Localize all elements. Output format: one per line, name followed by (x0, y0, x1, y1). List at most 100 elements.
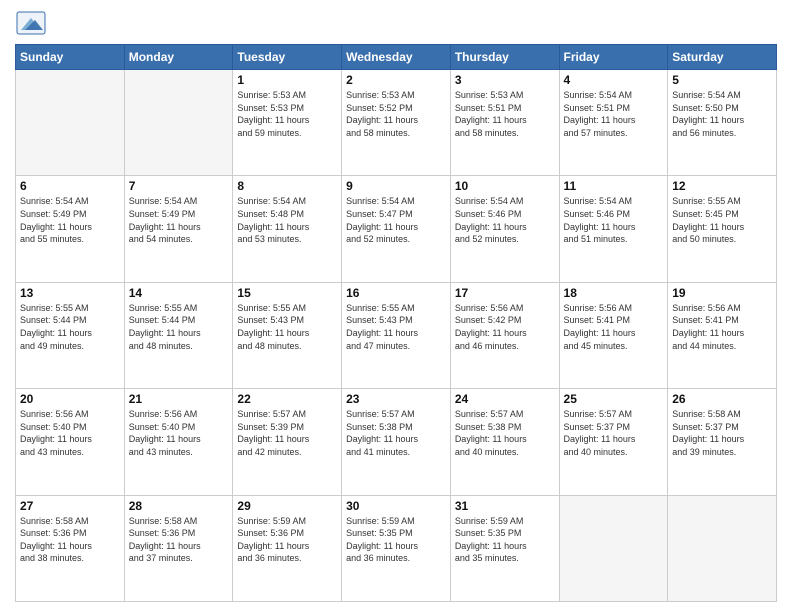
day-number: 20 (20, 392, 120, 406)
day-number: 11 (564, 179, 664, 193)
day-cell: 14 Sunrise: 5:55 AM Sunset: 5:44 PM Dayli… (124, 282, 233, 388)
day-info: Sunrise: 5:55 AM Sunset: 5:43 PM Dayligh… (237, 302, 337, 352)
day-cell: 30 Sunrise: 5:59 AM Sunset: 5:35 PM Dayli… (342, 495, 451, 601)
day-info: Sunrise: 5:55 AM Sunset: 5:44 PM Dayligh… (20, 302, 120, 352)
th-sunday: Sunday (16, 45, 125, 70)
day-info: Sunrise: 5:59 AM Sunset: 5:36 PM Dayligh… (237, 515, 337, 565)
day-info: Sunrise: 5:59 AM Sunset: 5:35 PM Dayligh… (455, 515, 555, 565)
day-info: Sunrise: 5:57 AM Sunset: 5:38 PM Dayligh… (346, 408, 446, 458)
week-row-2: 6 Sunrise: 5:54 AM Sunset: 5:49 PM Daylig… (16, 176, 777, 282)
th-monday: Monday (124, 45, 233, 70)
day-number: 2 (346, 73, 446, 87)
page: Sunday Monday Tuesday Wednesday Thursday… (0, 0, 792, 612)
day-info: Sunrise: 5:57 AM Sunset: 5:39 PM Dayligh… (237, 408, 337, 458)
day-info: Sunrise: 5:54 AM Sunset: 5:48 PM Dayligh… (237, 195, 337, 245)
day-info: Sunrise: 5:56 AM Sunset: 5:40 PM Dayligh… (129, 408, 229, 458)
calendar-table: Sunday Monday Tuesday Wednesday Thursday… (15, 44, 777, 602)
day-info: Sunrise: 5:58 AM Sunset: 5:37 PM Dayligh… (672, 408, 772, 458)
day-number: 23 (346, 392, 446, 406)
day-cell (124, 70, 233, 176)
day-number: 8 (237, 179, 337, 193)
day-number: 27 (20, 499, 120, 513)
day-info: Sunrise: 5:53 AM Sunset: 5:53 PM Dayligh… (237, 89, 337, 139)
day-number: 15 (237, 286, 337, 300)
day-info: Sunrise: 5:58 AM Sunset: 5:36 PM Dayligh… (20, 515, 120, 565)
day-number: 24 (455, 392, 555, 406)
day-number: 3 (455, 73, 555, 87)
day-cell: 1 Sunrise: 5:53 AM Sunset: 5:53 PM Daylig… (233, 70, 342, 176)
day-number: 9 (346, 179, 446, 193)
day-cell: 6Sunrise: 5:54 AM Sunset: 5:49 PM Daylig… (16, 176, 125, 282)
header-row: Sunday Monday Tuesday Wednesday Thursday… (16, 45, 777, 70)
day-number: 30 (346, 499, 446, 513)
day-cell (559, 495, 668, 601)
day-cell: 26 Sunrise: 5:58 AM Sunset: 5:37 PM Dayli… (668, 389, 777, 495)
day-cell: 28 Sunrise: 5:58 AM Sunset: 5:36 PM Dayli… (124, 495, 233, 601)
day-cell: 23 Sunrise: 5:57 AM Sunset: 5:38 PM Dayli… (342, 389, 451, 495)
day-number: 1 (237, 73, 337, 87)
day-number: 14 (129, 286, 229, 300)
day-info: Sunrise: 5:54 AM Sunset: 5:46 PM Dayligh… (564, 195, 664, 245)
day-info: Sunrise: 5:53 AM Sunset: 5:52 PM Dayligh… (346, 89, 446, 139)
day-cell: 19 Sunrise: 5:56 AM Sunset: 5:41 PM Dayli… (668, 282, 777, 388)
day-cell: 20 Sunrise: 5:56 AM Sunset: 5:40 PM Dayli… (16, 389, 125, 495)
day-number: 5 (672, 73, 772, 87)
day-info: Sunrise: 5:56 AM Sunset: 5:42 PM Dayligh… (455, 302, 555, 352)
day-number: 29 (237, 499, 337, 513)
th-thursday: Thursday (450, 45, 559, 70)
day-info: Sunrise: 5:56 AM Sunset: 5:41 PM Dayligh… (672, 302, 772, 352)
header (15, 10, 777, 38)
day-cell: 4 Sunrise: 5:54 AM Sunset: 5:51 PM Daylig… (559, 70, 668, 176)
day-number: 4 (564, 73, 664, 87)
day-cell: 13 Sunrise: 5:55 AM Sunset: 5:44 PM Dayli… (16, 282, 125, 388)
day-number: 21 (129, 392, 229, 406)
day-info: Sunrise: 5:55 AM Sunset: 5:44 PM Dayligh… (129, 302, 229, 352)
day-cell: 16Sunrise: 5:55 AM Sunset: 5:43 PM Dayli… (342, 282, 451, 388)
day-cell: 21 Sunrise: 5:56 AM Sunset: 5:40 PM Dayli… (124, 389, 233, 495)
day-number: 25 (564, 392, 664, 406)
day-number: 19 (672, 286, 772, 300)
day-cell (668, 495, 777, 601)
week-row-3: 13 Sunrise: 5:55 AM Sunset: 5:44 PM Dayli… (16, 282, 777, 388)
day-cell: 15 Sunrise: 5:55 AM Sunset: 5:43 PM Dayli… (233, 282, 342, 388)
day-number: 6 (20, 179, 120, 193)
day-cell: 25 Sunrise: 5:57 AM Sunset: 5:37 PM Dayli… (559, 389, 668, 495)
day-info: Sunrise: 5:53 AM Sunset: 5:51 PM Dayligh… (455, 89, 555, 139)
day-cell: 10Sunrise: 5:54 AM Sunset: 5:46 PM Dayli… (450, 176, 559, 282)
day-cell: 8 Sunrise: 5:54 AM Sunset: 5:48 PM Daylig… (233, 176, 342, 282)
day-info: Sunrise: 5:57 AM Sunset: 5:37 PM Dayligh… (564, 408, 664, 458)
day-cell (16, 70, 125, 176)
day-info: Sunrise: 5:58 AM Sunset: 5:36 PM Dayligh… (129, 515, 229, 565)
day-cell: 24 Sunrise: 5:57 AM Sunset: 5:38 PM Dayli… (450, 389, 559, 495)
day-cell: 22Sunrise: 5:57 AM Sunset: 5:39 PM Dayli… (233, 389, 342, 495)
day-info: Sunrise: 5:56 AM Sunset: 5:41 PM Dayligh… (564, 302, 664, 352)
day-info: Sunrise: 5:54 AM Sunset: 5:49 PM Dayligh… (129, 195, 229, 245)
day-info: Sunrise: 5:59 AM Sunset: 5:35 PM Dayligh… (346, 515, 446, 565)
th-tuesday: Tuesday (233, 45, 342, 70)
week-row-4: 20 Sunrise: 5:56 AM Sunset: 5:40 PM Dayli… (16, 389, 777, 495)
day-cell: 18 Sunrise: 5:56 AM Sunset: 5:41 PM Dayli… (559, 282, 668, 388)
day-cell: 5Sunrise: 5:54 AM Sunset: 5:50 PM Daylig… (668, 70, 777, 176)
day-number: 16 (346, 286, 446, 300)
day-number: 31 (455, 499, 555, 513)
day-number: 26 (672, 392, 772, 406)
day-cell: 7Sunrise: 5:54 AM Sunset: 5:49 PM Daylig… (124, 176, 233, 282)
th-wednesday: Wednesday (342, 45, 451, 70)
day-number: 17 (455, 286, 555, 300)
week-row-1: 1 Sunrise: 5:53 AM Sunset: 5:53 PM Daylig… (16, 70, 777, 176)
day-number: 18 (564, 286, 664, 300)
day-info: Sunrise: 5:56 AM Sunset: 5:40 PM Dayligh… (20, 408, 120, 458)
day-number: 28 (129, 499, 229, 513)
day-cell: 27 Sunrise: 5:58 AM Sunset: 5:36 PM Dayli… (16, 495, 125, 601)
day-cell: 17 Sunrise: 5:56 AM Sunset: 5:42 PM Dayli… (450, 282, 559, 388)
week-row-5: 27 Sunrise: 5:58 AM Sunset: 5:36 PM Dayli… (16, 495, 777, 601)
day-cell: 11 Sunrise: 5:54 AM Sunset: 5:46 PM Dayli… (559, 176, 668, 282)
day-cell: 29 Sunrise: 5:59 AM Sunset: 5:36 PM Dayli… (233, 495, 342, 601)
day-cell: 9Sunrise: 5:54 AM Sunset: 5:47 PM Daylig… (342, 176, 451, 282)
day-info: Sunrise: 5:57 AM Sunset: 5:38 PM Dayligh… (455, 408, 555, 458)
th-saturday: Saturday (668, 45, 777, 70)
day-info: Sunrise: 5:54 AM Sunset: 5:51 PM Dayligh… (564, 89, 664, 139)
day-number: 12 (672, 179, 772, 193)
day-info: Sunrise: 5:54 AM Sunset: 5:46 PM Dayligh… (455, 195, 555, 245)
day-number: 13 (20, 286, 120, 300)
